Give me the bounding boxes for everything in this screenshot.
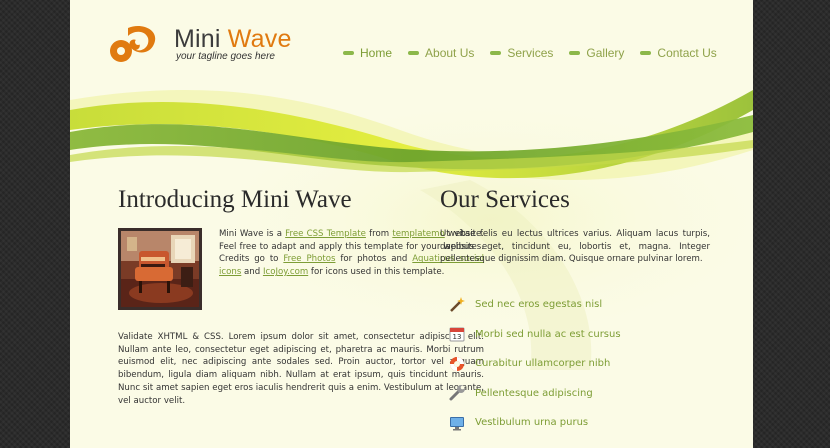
free-photos-link[interactable]: Free Photos bbox=[283, 254, 335, 264]
page-container: Mini Wave your tagline goes here Home Ab… bbox=[70, 0, 753, 448]
service-item[interactable]: Sed nec eros egestas nisl bbox=[448, 290, 621, 320]
nav-dash-icon bbox=[408, 51, 420, 55]
nav-item-contact-us[interactable]: Contact Us bbox=[640, 46, 717, 60]
lifebuoy-icon bbox=[448, 355, 466, 373]
nav-item-home[interactable]: Home bbox=[343, 46, 392, 60]
logo-mark-icon bbox=[110, 25, 156, 62]
intro-heading: Introducing Mini Wave bbox=[118, 186, 352, 213]
service-item[interactable]: 13 Morbi sed nulla ac est cursus bbox=[448, 320, 621, 350]
nav-item-gallery[interactable]: Gallery bbox=[569, 46, 624, 60]
nav-item-services[interactable]: Services bbox=[490, 46, 553, 60]
nav-dash-icon bbox=[640, 51, 652, 55]
services-paragraph: Ut vitae felis eu lectus ultrices varius… bbox=[440, 229, 710, 265]
icojoy-link[interactable]: IcoJoy.com bbox=[263, 267, 308, 277]
monitor-icon bbox=[448, 414, 466, 432]
calendar-icon: 13 bbox=[448, 325, 466, 343]
services-heading: Our Services bbox=[440, 186, 570, 213]
main-nav: Home About Us Services Gallery Contact U… bbox=[343, 46, 733, 60]
wrench-icon bbox=[448, 384, 466, 402]
site-tagline: your tagline goes here bbox=[176, 51, 275, 62]
templatemo-link[interactable]: templatemo bbox=[392, 229, 444, 239]
nav-dash-icon bbox=[490, 51, 502, 55]
magic-wand-icon bbox=[448, 296, 466, 314]
site-title: Mini Wave bbox=[174, 25, 292, 53]
service-item[interactable]: Pellentesque adipiscing bbox=[448, 379, 621, 409]
service-item[interactable]: Curabitur ullamcorper nibh bbox=[448, 349, 621, 379]
svg-text:13: 13 bbox=[453, 333, 462, 341]
header-wave-graphic bbox=[70, 90, 753, 370]
nav-item-about-us[interactable]: About Us bbox=[408, 46, 474, 60]
validate-paragraph: Validate XHTML & CSS. Lorem ipsum dolor … bbox=[118, 332, 484, 406]
site-logo[interactable]: Mini Wave your tagline goes here bbox=[108, 24, 292, 64]
free-css-template-link[interactable]: Free CSS Template bbox=[285, 229, 366, 239]
services-list: Sed nec eros egestas nisl 13 Morbi sed n… bbox=[448, 290, 621, 438]
nav-dash-icon bbox=[569, 51, 581, 55]
nav-dash-icon bbox=[343, 51, 354, 55]
service-item[interactable]: Vestibulum urna purus bbox=[448, 408, 621, 438]
intro-room-photo bbox=[118, 228, 202, 310]
